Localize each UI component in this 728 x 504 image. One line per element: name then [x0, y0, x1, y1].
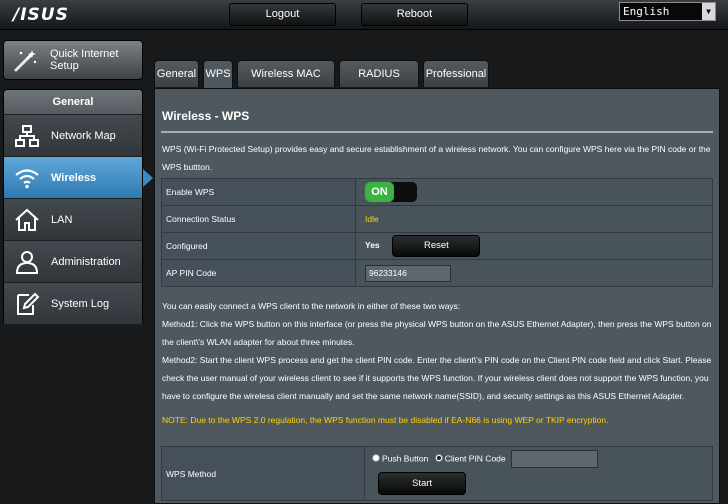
active-pointer [143, 169, 153, 187]
page-title: Wireless - WPS [162, 109, 250, 123]
tab-wireless-mac-filter[interactable]: Wireless MAC Filter [237, 60, 335, 107]
wps-method-label: WPS Method [161, 446, 365, 501]
connection-status-value: Idle [365, 214, 379, 224]
toggle-on-label: ON [365, 182, 394, 202]
reboot-button[interactable]: Reboot [361, 3, 468, 26]
sidebar-item-lan[interactable]: LAN [4, 199, 142, 241]
edit-log-icon [17, 292, 40, 315]
magic-wand-icon [14, 50, 37, 72]
ap-pin-code-field[interactable] [365, 264, 451, 282]
sidebar-item-label: System Log [51, 298, 110, 310]
sidebar-item-label: Administration [51, 256, 121, 268]
enable-wps-toggle[interactable]: ON [365, 182, 417, 202]
enable-wps-label: Enable WPS [161, 178, 356, 206]
connection-status-label: Connection Status [161, 205, 356, 233]
tab-wps[interactable]: WPS [203, 60, 233, 89]
language-select[interactable]: English ▼ [619, 2, 716, 21]
table-row: Configured Yes Reset [161, 232, 713, 260]
wifi-icon [15, 169, 39, 189]
method1-text: Method1: Click the WPS button on this in… [162, 319, 712, 347]
tab-radius-setting[interactable]: RADIUS Setting [339, 60, 419, 107]
wps-method-table: WPS Method Push Button Client PIN Code S… [161, 446, 713, 501]
client-pin-label: Client PIN Code [444, 453, 506, 464]
wps-note: NOTE: Due to the WPS 2.0 regulation, the… [162, 415, 609, 425]
start-button[interactable]: Start [378, 472, 466, 495]
client-pin-radio[interactable] [434, 454, 443, 463]
sidebar-item-network-map[interactable]: Network Map [4, 115, 142, 157]
language-value: English [623, 5, 670, 18]
asus-logo: /ISUS [13, 5, 69, 25]
push-button-label: Push Button [382, 453, 429, 464]
wps-settings-table: Enable WPS ON Connection Status Idle Con… [161, 178, 713, 287]
top-bar: /ISUS Logout Reboot English ▼ [0, 0, 728, 30]
sidebar-item-label: Wireless [51, 172, 97, 184]
table-row: Connection Status Idle [161, 205, 713, 233]
table-row: AP PIN Code [161, 259, 713, 287]
title-divider [161, 131, 713, 133]
tab-professional[interactable]: Professional [423, 60, 489, 87]
configured-label: Configured [161, 232, 356, 260]
wps-method-options: Push Button Client PIN Code [372, 450, 599, 468]
client-pin-input[interactable] [511, 450, 599, 468]
sidebar-item-label: Network Map [51, 130, 116, 142]
configured-value: Yes [365, 240, 380, 251]
page-description: WPS (Wi-Fi Protected Setup) provides eas… [162, 144, 711, 172]
method2-text: Method2: Start the client WPS process an… [162, 355, 712, 401]
sidebar-item-label: LAN [51, 214, 73, 226]
sidebar-item-administration[interactable]: Administration [4, 241, 142, 283]
network-map-icon [15, 125, 39, 147]
table-row: Enable WPS ON [161, 178, 713, 206]
home-icon [15, 208, 39, 231]
chevron-down-icon[interactable]: ▼ [702, 3, 715, 20]
quick-internet-setup-button[interactable]: Quick Internet Setup [3, 40, 143, 80]
user-icon [15, 251, 39, 274]
quick-internet-setup-label: Quick Internet Setup [50, 48, 119, 72]
sidebar-item-system-log[interactable]: System Log [4, 283, 142, 325]
info-intro: You can easily connect a WPS client to t… [162, 301, 461, 311]
ap-pin-code-label: AP PIN Code [161, 259, 356, 287]
tab-general[interactable]: General [154, 60, 199, 87]
sidebar-menu: General Network Map Wireless LAN Adminis… [3, 89, 153, 325]
logout-button[interactable]: Logout [229, 3, 336, 26]
reset-button[interactable]: Reset [392, 235, 481, 257]
sidebar-item-wireless[interactable]: Wireless [4, 157, 153, 199]
content-panel: Wireless - WPS WPS (Wi-Fi Protected Setu… [154, 88, 720, 504]
sidebar-section-title: General [4, 90, 142, 115]
table-row: WPS Method Push Button Client PIN Code S… [161, 446, 713, 501]
push-button-radio[interactable] [372, 454, 380, 463]
